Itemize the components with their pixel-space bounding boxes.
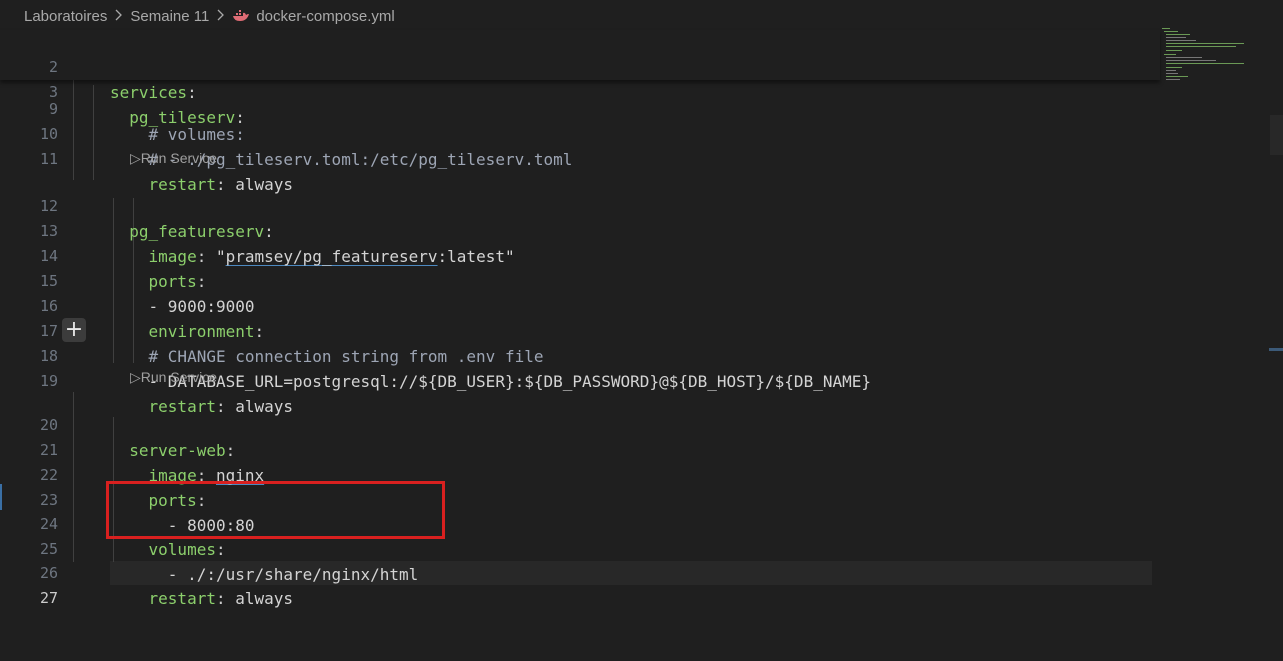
change-marker bbox=[0, 484, 2, 510]
chevron-right-icon bbox=[216, 8, 225, 24]
sticky-line-2[interactable]: 2 services: bbox=[0, 30, 1160, 102]
yaml-key: pg_tileserv bbox=[129, 108, 236, 127]
minimap[interactable] bbox=[1160, 26, 1270, 86]
breadcrumb-folder-laboratoires[interactable]: Laboratoires bbox=[24, 8, 107, 25]
run-service-label: Run Service bbox=[140, 369, 218, 385]
code-line-14: 14 ports: bbox=[0, 219, 1160, 291]
yaml-value: always bbox=[235, 589, 294, 608]
yaml-key: services bbox=[110, 83, 188, 102]
docker-whale-icon bbox=[232, 9, 250, 23]
breadcrumb: Laboratoires Semaine 11 docker-compose.y… bbox=[0, 0, 1283, 32]
add-comment-plus-icon[interactable]: + bbox=[62, 318, 86, 342]
code-line-21: 21 image: nginx bbox=[0, 413, 1160, 485]
run-icon: ▷ bbox=[130, 369, 141, 385]
code-line-22: 22 ports: bbox=[0, 438, 1160, 510]
code-line-16: 16 environment: bbox=[0, 269, 1160, 341]
line-number: 27 bbox=[39, 589, 58, 607]
run-icon: ▷ bbox=[130, 150, 141, 166]
vertical-scrollbar[interactable] bbox=[1270, 115, 1283, 155]
code-line-17: 17 # CHANGE connection string from .env … bbox=[0, 294, 1160, 366]
breadcrumb-file[interactable]: docker-compose.yml bbox=[256, 8, 394, 25]
annotation-highlight-box bbox=[106, 481, 445, 539]
scrollbar-cursor-marker bbox=[1269, 348, 1283, 351]
code-line-20: 20 server-web: bbox=[0, 388, 1160, 460]
code-line-27: 27 bbox=[0, 561, 1160, 607]
yaml-key: restart bbox=[148, 589, 216, 608]
code-line-18: 18 - DATABASE_URL=postgresql://${DB_USER… bbox=[0, 319, 1160, 391]
code-line-13: 13 image: "pramsey/pg_featureserv:latest… bbox=[0, 194, 1160, 266]
code-line-26: 26 restart: always bbox=[0, 536, 1160, 608]
code-line-15: 15 - 9000:9000 bbox=[0, 244, 1160, 316]
code-line-12: 12 pg_featureserv: bbox=[0, 169, 1160, 241]
sticky-line-3[interactable]: 3 pg_tileserv: bbox=[0, 55, 1160, 127]
chevron-right-icon bbox=[114, 8, 123, 24]
code-line-19: 19 restart: always bbox=[0, 344, 1160, 416]
breadcrumb-folder-semaine[interactable]: Semaine 11 bbox=[130, 8, 209, 25]
run-service-label: Run Service bbox=[140, 150, 218, 166]
line-number: 3 bbox=[48, 83, 58, 101]
run-service-codelens[interactable]: ▷Run Service bbox=[130, 148, 217, 168]
sticky-scroll-header[interactable]: 2 services: 3 pg_tileserv: bbox=[0, 30, 1160, 127]
run-service-codelens[interactable]: ▷Run Service bbox=[130, 367, 217, 387]
